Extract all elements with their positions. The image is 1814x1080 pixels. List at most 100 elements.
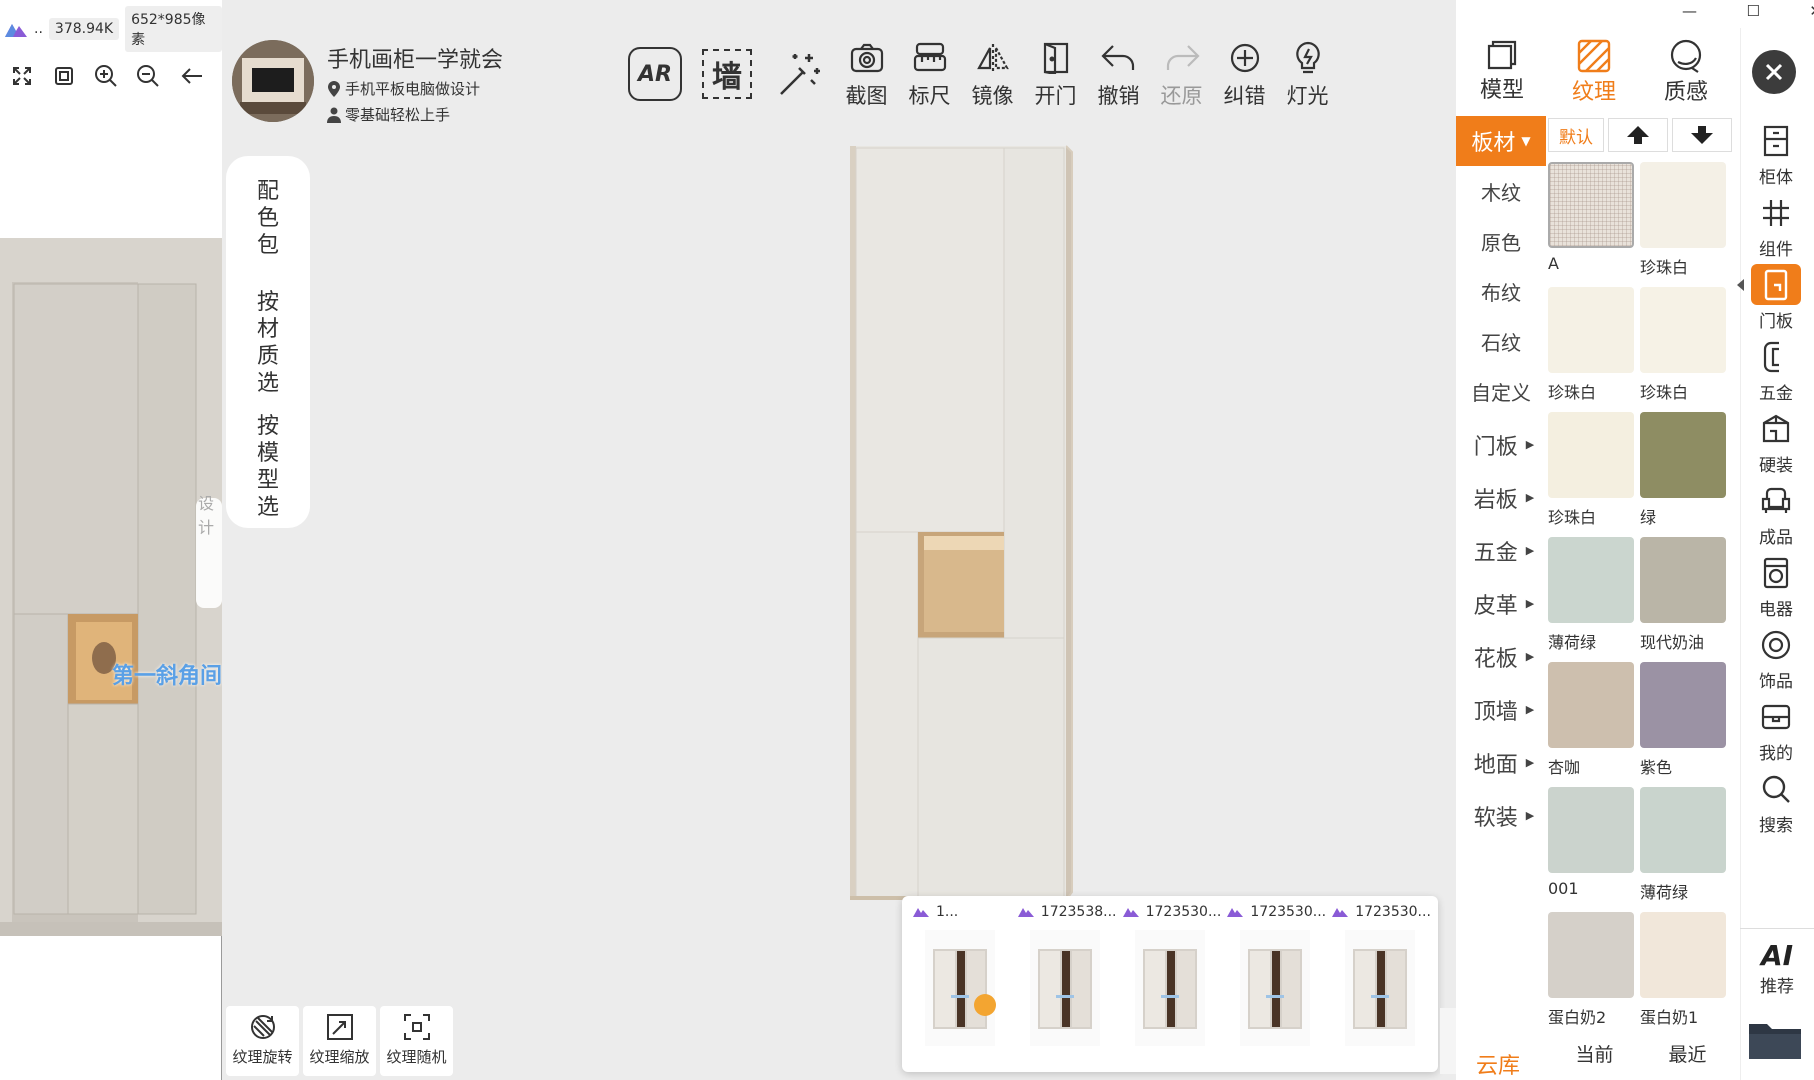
category-group-item[interactable]: 门板 ▶ bbox=[1456, 418, 1552, 471]
tab-finish[interactable]: 质感 bbox=[1646, 38, 1726, 105]
folder-icon[interactable] bbox=[1746, 1016, 1804, 1066]
avatar[interactable] bbox=[232, 40, 314, 122]
toolbar-undo-button[interactable]: 撤销 bbox=[1087, 38, 1150, 110]
viewer-info-bar: .. 378.94K 652*985像素 bbox=[0, 6, 222, 52]
material-swatch[interactable]: 蛋白奶1 bbox=[1640, 912, 1728, 1030]
material-swatch[interactable]: 薄荷绿 bbox=[1548, 537, 1636, 655]
close-window-button[interactable]: ✕ bbox=[1809, 2, 1814, 26]
sidebar-hardware[interactable]: 五金 bbox=[1746, 336, 1806, 404]
category-group-item[interactable]: 地面 ▶ bbox=[1456, 736, 1552, 789]
sidebar-door-panel[interactable]: 门板 bbox=[1746, 264, 1806, 332]
toolbar-camera-button[interactable]: 截图 bbox=[835, 38, 898, 110]
toolbar-ruler-button[interactable]: 标尺 bbox=[898, 38, 961, 110]
category-group-item[interactable]: 花板 ▶ bbox=[1456, 630, 1552, 683]
texture-scale-icon bbox=[325, 1012, 355, 1042]
category-group-item[interactable]: 顶墙 ▶ bbox=[1456, 683, 1552, 736]
ai-recommend-button[interactable]: AI 推荐 bbox=[1740, 928, 1814, 997]
redo-icon bbox=[1164, 40, 1200, 76]
filter-by-material-button[interactable]: 按材质选 bbox=[257, 289, 279, 397]
zoom-in-icon[interactable] bbox=[92, 62, 120, 90]
swatch-tab[interactable]: 最近 bbox=[1668, 1040, 1706, 1080]
filter-by-model-button[interactable]: 按模型选 bbox=[257, 413, 279, 521]
sort-up-button[interactable] bbox=[1608, 118, 1668, 152]
collapse-caret-icon[interactable] bbox=[1737, 279, 1744, 291]
sidebar-grid[interactable]: 组件 bbox=[1746, 192, 1806, 260]
file-thumbnail[interactable]: 1... bbox=[908, 904, 1013, 1070]
file-logo-icon bbox=[1017, 906, 1035, 918]
texture-rotate-button[interactable]: 纹理旋转 bbox=[226, 1006, 299, 1076]
cloud-library-button[interactable]: 云库 bbox=[1476, 1048, 1520, 1080]
file-thumbnail[interactable]: 1723530... bbox=[1118, 904, 1223, 1070]
magic-wand-button[interactable] bbox=[763, 38, 835, 110]
file-thumbnail[interactable]: 1723538... bbox=[1013, 904, 1118, 1070]
material-swatch[interactable]: 绿 bbox=[1640, 412, 1728, 530]
swatch-label: 薄荷绿 bbox=[1640, 883, 1689, 902]
material-swatch[interactable]: 珍珠白 bbox=[1548, 287, 1636, 405]
category-group-item[interactable]: 岩板 ▶ bbox=[1456, 471, 1552, 524]
toolbar-redo-button[interactable]: 还原 bbox=[1150, 38, 1213, 110]
expand-icon[interactable] bbox=[8, 62, 36, 90]
texture-scale-button[interactable]: 纹理缩放 bbox=[303, 1006, 376, 1076]
minimize-button[interactable]: — bbox=[1682, 2, 1697, 26]
toolbar-mirror-button[interactable]: 镜像 bbox=[961, 38, 1024, 110]
swatch-color bbox=[1640, 412, 1726, 498]
toolbar-bulb-button[interactable]: 灯光 bbox=[1276, 38, 1339, 110]
material-swatch[interactable]: 现代奶油 bbox=[1640, 537, 1728, 655]
material-swatch[interactable]: 珍珠白 bbox=[1640, 162, 1728, 280]
maximize-button[interactable]: ☐ bbox=[1746, 2, 1759, 26]
material-swatch[interactable]: A bbox=[1548, 162, 1636, 280]
file-thumbnail[interactable]: 1723530... bbox=[1327, 904, 1432, 1070]
sort-down-button[interactable] bbox=[1672, 118, 1732, 152]
material-swatch[interactable]: 紫色 bbox=[1640, 662, 1728, 780]
toolbar-crosshair-button[interactable]: 纠错 bbox=[1213, 38, 1276, 110]
tab-model-cube[interactable]: 模型 bbox=[1462, 38, 1542, 104]
sidebar-ornament[interactable]: 饰品 bbox=[1746, 624, 1806, 692]
sidebar-washer[interactable]: 电器 bbox=[1746, 552, 1806, 620]
door-open-icon bbox=[1041, 40, 1071, 76]
sidebar-search[interactable]: 搜索 bbox=[1746, 768, 1806, 836]
sidebar-sofa[interactable]: 成品 bbox=[1746, 480, 1806, 548]
profile-line2: 零基础轻松上手 bbox=[327, 104, 450, 125]
pill-char: 型 bbox=[256, 468, 279, 493]
default-sort-button[interactable]: 默认 bbox=[1548, 118, 1604, 152]
texture-random-button[interactable]: 纹理随机 bbox=[380, 1006, 453, 1076]
zoom-out-icon[interactable] bbox=[134, 62, 162, 90]
file-thumbnail[interactable]: 1723530... bbox=[1222, 904, 1327, 1070]
wall-button[interactable]: 墙 bbox=[691, 38, 763, 110]
cabinet-3d-model[interactable] bbox=[842, 144, 1122, 904]
file-preview bbox=[1030, 930, 1101, 1046]
subcategory-item[interactable]: 石纹 bbox=[1456, 318, 1546, 368]
tab-texture[interactable]: 纹理 bbox=[1554, 38, 1634, 105]
sidebar-cabinet[interactable]: 柜体 bbox=[1746, 120, 1806, 188]
swatch-color bbox=[1640, 162, 1726, 248]
fit-icon[interactable] bbox=[50, 62, 78, 90]
sidebar-my-box[interactable]: 我的 bbox=[1746, 696, 1806, 764]
subcategory-item[interactable]: 木纹 bbox=[1456, 168, 1546, 218]
back-arrow-icon[interactable] bbox=[178, 62, 206, 90]
caret-right-icon: ▶ bbox=[1525, 597, 1535, 610]
swatch-label: 蛋白奶1 bbox=[1640, 1008, 1699, 1027]
color-pack-button[interactable]: 配色包 bbox=[257, 178, 279, 259]
crosshair-icon bbox=[1228, 40, 1262, 76]
subcategory-item[interactable]: 原色 bbox=[1456, 218, 1546, 268]
file-title: 1723538... bbox=[1040, 904, 1117, 920]
material-swatch[interactable]: 杏咖 bbox=[1548, 662, 1636, 780]
model-cube-icon bbox=[1485, 38, 1519, 72]
subcategory-item[interactable]: 自定义 bbox=[1456, 368, 1546, 418]
category-group-item[interactable]: 皮革 ▶ bbox=[1456, 577, 1552, 630]
ai-icon: AI bbox=[1760, 939, 1794, 972]
ar-button[interactable]: AR bbox=[619, 38, 691, 110]
swatch-tab[interactable]: 当前 bbox=[1575, 1040, 1613, 1080]
category-group-item[interactable]: 五金 ▶ bbox=[1456, 524, 1552, 577]
sidebar-hard-decor[interactable]: 硬装 bbox=[1746, 408, 1806, 476]
subcategory-item[interactable]: 布纹 bbox=[1456, 268, 1546, 318]
material-swatch[interactable]: 薄荷绿 bbox=[1640, 787, 1728, 905]
material-type-dropdown[interactable]: 板材 ▼ bbox=[1456, 116, 1546, 166]
material-swatch[interactable]: 珍珠白 bbox=[1548, 412, 1636, 530]
material-swatch[interactable]: 蛋白奶2 bbox=[1548, 912, 1636, 1030]
material-swatch[interactable]: 001 bbox=[1548, 787, 1636, 905]
category-group-item[interactable]: 软装 ▶ bbox=[1456, 789, 1552, 842]
design-canvas[interactable]: 手机画柜一学就会 手机平板电脑做设计 零基础轻松上手 AR 墙 截图 标尺 镜像 开门… bbox=[222, 0, 1464, 1080]
toolbar-door-open-button[interactable]: 开门 bbox=[1024, 38, 1087, 110]
material-swatch[interactable]: 珍珠白 bbox=[1640, 287, 1728, 405]
